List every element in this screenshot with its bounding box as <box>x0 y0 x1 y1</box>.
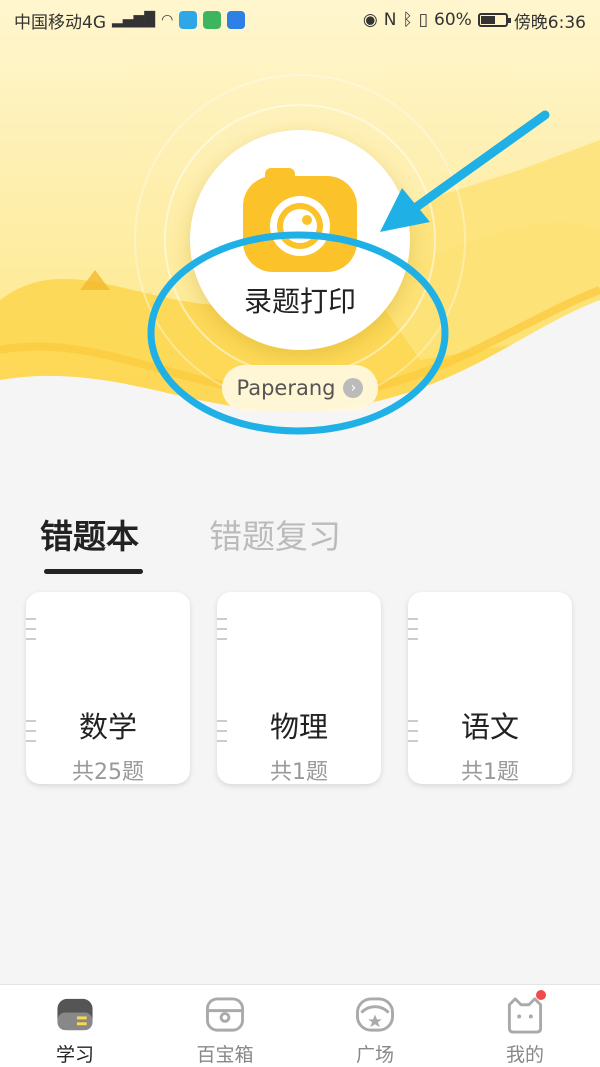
subject-title: 数学 <box>78 710 137 744</box>
treasure-box-icon <box>205 997 245 1032</box>
tab-mistake-book[interactable]: 错题本 <box>40 510 143 574</box>
nfc-icon: N <box>383 10 397 30</box>
subject-count: 共1题 <box>270 760 328 784</box>
bluetooth-icon: ᛒ <box>402 10 413 30</box>
tab-bar: 错题本 错题复习 <box>40 510 341 574</box>
nav-profile-label: 我的 <box>505 1044 544 1066</box>
battery-percent: 60% <box>434 10 472 30</box>
paperang-link[interactable]: Paperang › <box>222 365 378 411</box>
eye-icon: ◉ <box>362 10 378 30</box>
subject-count: 共1题 <box>461 760 519 784</box>
notification-badge <box>536 990 546 1000</box>
subject-count: 共25题 <box>72 760 144 784</box>
status-bar: 中国移动4G ▂▄▆█ ◠ ◉ N ᛒ ▯ 60% 傍晚6:36 <box>0 0 600 40</box>
nav-study-label: 学习 <box>55 1044 94 1066</box>
bottom-nav: 学习 百宝箱 广场 我的 <box>0 984 600 1067</box>
status-left: 中国移动4G ▂▄▆█ ◠ <box>14 8 246 33</box>
nav-treasure-box[interactable]: 百宝箱 <box>150 985 300 1067</box>
app-notification-icon-2 <box>203 11 222 29</box>
subject-card-math[interactable]: 数学 共25题 <box>26 592 190 784</box>
nav-square[interactable]: 广场 <box>300 985 450 1067</box>
subject-card-list: 数学 共25题 物理 共1题 语文 共1题 <box>26 592 572 784</box>
subject-card-physics[interactable]: 物理 共1题 <box>217 592 381 784</box>
subject-title: 物理 <box>269 710 328 744</box>
nav-square-label: 广场 <box>355 1044 394 1066</box>
nav-study[interactable]: 学习 <box>0 985 150 1067</box>
tab-mistake-book-label: 错题本 <box>40 517 139 556</box>
signal-icon: ▂▄▆█ <box>112 12 156 28</box>
app-notification-icon <box>179 11 198 29</box>
subject-title: 语文 <box>460 710 519 744</box>
nav-treasure-box-label: 百宝箱 <box>196 1044 254 1066</box>
carrier-label: 中国移动4G <box>14 12 106 33</box>
app-notification-icon-3 <box>227 11 246 29</box>
subject-card-chinese[interactable]: 语文 共1题 <box>408 592 572 784</box>
tab-mistake-review[interactable]: 错题复习 <box>209 510 341 558</box>
vibrate-icon: ▯ <box>418 10 429 30</box>
chevron-right-icon: › <box>343 378 364 398</box>
tab-mistake-review-label: 错题复习 <box>209 517 341 556</box>
nav-profile[interactable]: 我的 <box>450 985 600 1067</box>
tab-underline <box>44 569 143 574</box>
study-icon <box>57 998 93 1031</box>
camera-icon <box>243 168 357 272</box>
profile-cat-icon <box>507 997 543 1034</box>
wifi-icon: ◠ <box>161 12 174 28</box>
record-print-button[interactable]: 录题打印 <box>190 130 410 350</box>
record-print-label: 录题打印 <box>243 285 356 318</box>
status-right: ◉ N ᛒ ▯ 60% 傍晚6:36 <box>363 8 586 33</box>
status-time: 傍晚6:36 <box>513 12 586 33</box>
square-icon <box>355 997 395 1032</box>
paperang-label: Paperang <box>236 376 336 400</box>
battery-icon <box>477 13 511 27</box>
